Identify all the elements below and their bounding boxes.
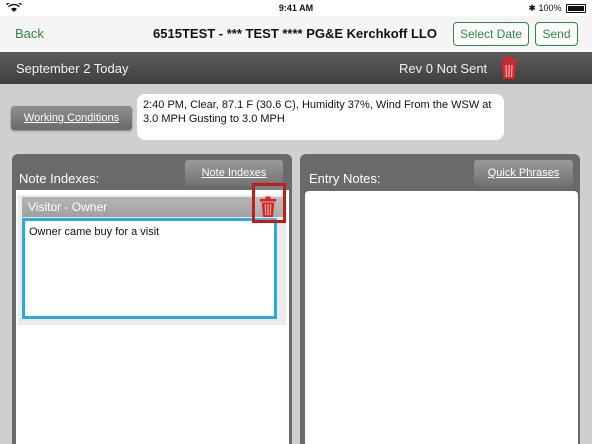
note-index-header[interactable]: Visitor - Owner [22, 197, 285, 217]
battery-icon [566, 4, 586, 14]
entry-notes-textarea[interactable] [305, 191, 578, 444]
trash-icon[interactable] [258, 196, 278, 218]
revision-status: Rev 0 Not Sent [399, 61, 488, 76]
trash-icon[interactable] [498, 56, 520, 80]
status-bar: 9:41 AM ✱ 100% [0, 0, 592, 16]
status-time: 9:41 AM [278, 3, 314, 13]
entry-notes-title: Entry Notes: [309, 171, 381, 186]
note-index-text[interactable]: Owner came buy for a visit [22, 218, 277, 319]
back-button[interactable]: Back [15, 26, 44, 41]
note-indexes-title: Note Indexes: [19, 171, 100, 186]
date-label: September 2 Today [16, 61, 129, 76]
battery-percent: 100% [538, 3, 562, 13]
select-date-button[interactable]: Select Date [453, 22, 529, 46]
send-button[interactable]: Send [535, 22, 578, 46]
status-right: ✱ 100% [528, 3, 586, 14]
bluetooth-icon: ✱ [528, 3, 536, 13]
working-conditions-text: 2:40 PM, Clear, 87.1 F (30.6 C), Humidit… [137, 94, 504, 140]
nav-bar: Back 6515TEST - *** TEST **** PG&E Kerch… [0, 16, 592, 53]
page-title: 6515TEST - *** TEST **** PG&E Kerchkoff … [153, 26, 437, 41]
working-conditions-button[interactable]: Working Conditions [11, 106, 132, 130]
quick-phrases-button[interactable]: Quick Phrases [474, 160, 573, 186]
